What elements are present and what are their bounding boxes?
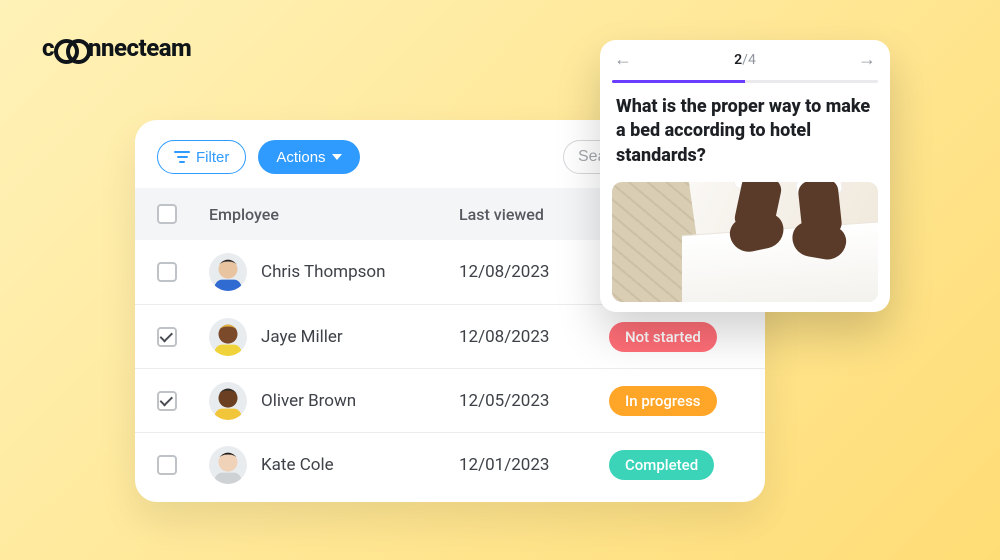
employee-name: Jaye Miller: [261, 327, 343, 347]
col-last-viewed: Last viewed: [459, 205, 609, 224]
employee-name: Kate Cole: [261, 455, 334, 475]
status-badge: Not started: [609, 322, 717, 352]
last-viewed-date: 12/08/2023: [459, 262, 609, 282]
quiz-progress-fill: [612, 80, 745, 83]
avatar: [209, 446, 247, 484]
quiz-next-button[interactable]: →: [858, 51, 876, 69]
row-checkbox[interactable]: [157, 262, 177, 282]
table-row[interactable]: Jaye Miller 12/08/2023Not started: [135, 304, 765, 368]
filter-label: Filter: [196, 149, 229, 166]
employee-name: Oliver Brown: [261, 391, 356, 411]
status-badge: Completed: [609, 450, 714, 480]
employee-name: Chris Thompson: [261, 262, 386, 282]
quiz-progress-text: 2/4: [734, 52, 756, 68]
quiz-prev-button[interactable]: ←: [614, 51, 632, 69]
quiz-current: 2: [734, 52, 742, 68]
avatar: [209, 253, 247, 291]
select-all-checkbox[interactable]: [157, 204, 177, 224]
table-row[interactable]: Kate Cole 12/01/2023Completed: [135, 432, 765, 496]
last-viewed-date: 12/05/2023: [459, 391, 609, 411]
last-viewed-date: 12/08/2023: [459, 327, 609, 347]
chevron-down-icon: [332, 154, 342, 160]
row-checkbox[interactable]: [157, 455, 177, 475]
quiz-image: [612, 182, 878, 302]
col-employee: Employee: [209, 205, 459, 224]
last-viewed-date: 12/01/2023: [459, 455, 609, 475]
row-checkbox[interactable]: [157, 327, 177, 347]
avatar: [209, 382, 247, 420]
actions-button[interactable]: Actions: [258, 140, 359, 174]
filter-button[interactable]: Filter: [157, 140, 246, 174]
quiz-nav: ← 2/4 →: [600, 40, 890, 80]
actions-label: Actions: [276, 149, 325, 166]
status-badge: In progress: [609, 386, 717, 416]
row-checkbox[interactable]: [157, 391, 177, 411]
quiz-total: 4: [748, 52, 756, 68]
filter-icon: [174, 151, 190, 163]
quiz-card: ← 2/4 → What is the proper way to make a…: [600, 40, 890, 312]
table-row[interactable]: Oliver Brown 12/05/2023In progress: [135, 368, 765, 432]
brand-logo: cnnecteam: [42, 34, 191, 62]
avatar: [209, 318, 247, 356]
logo-mark-icon: [54, 39, 88, 57]
quiz-question: What is the proper way to make a bed acc…: [600, 95, 890, 168]
brand-text: nnecteam: [88, 34, 191, 62]
quiz-progress-bar: [612, 80, 878, 83]
